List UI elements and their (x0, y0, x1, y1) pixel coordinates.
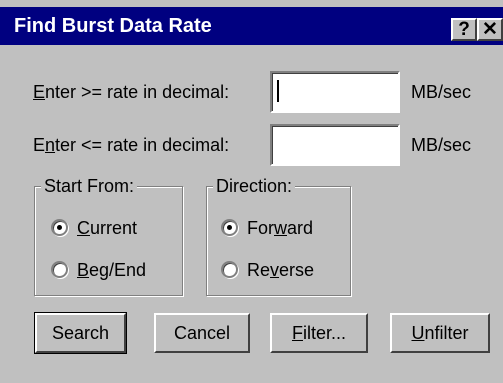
radio-selected-icon (221, 219, 238, 236)
radio-label: Reverse (247, 260, 315, 280)
text-caret (277, 80, 279, 102)
direction-title: Direction: (213, 176, 296, 196)
close-icon: ✕ (482, 19, 498, 40)
title-bar[interactable]: Find Burst Data Rate ? ✕ (0, 7, 503, 45)
close-button[interactable]: ✕ (477, 18, 503, 41)
search-button[interactable]: Search (34, 312, 127, 354)
start-from-group: Start From: Current Beg/End (34, 176, 183, 296)
help-button[interactable]: ? (451, 18, 477, 41)
max-rate-input[interactable] (270, 124, 400, 166)
min-rate-unit: MB/sec (411, 82, 472, 102)
max-rate-unit: MB/sec (411, 135, 472, 155)
question-mark-icon: ? (458, 19, 470, 40)
cancel-button[interactable]: Cancel (154, 313, 250, 353)
radio-label: Beg/End (77, 260, 147, 280)
filter-button[interactable]: Filter... (270, 313, 368, 353)
radio-unselected-icon (221, 261, 238, 278)
unfilter-button[interactable]: Unfilter (390, 313, 490, 353)
radio-label: Forward (247, 218, 314, 238)
radio-label: Current (77, 218, 138, 238)
radio-unselected-icon (51, 261, 68, 278)
direction-group: Direction: Forward Reverse (206, 176, 351, 296)
min-rate-label: Enter >= rate in decimal: (33, 82, 230, 102)
window-title: Find Burst Data Rate (14, 15, 212, 37)
radio-selected-icon (51, 219, 68, 236)
min-rate-input[interactable] (270, 71, 400, 113)
max-rate-label: Enter <= rate in decimal: (33, 135, 230, 155)
start-from-title: Start From: (41, 176, 138, 196)
find-burst-data-rate-dialog: Find Burst Data Rate ? ✕ Enter >= rate i… (0, 0, 503, 383)
